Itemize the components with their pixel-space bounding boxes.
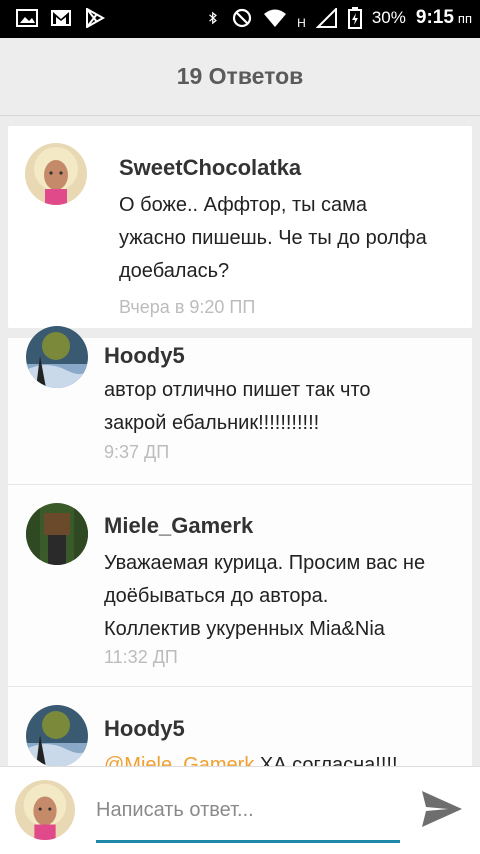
- do-not-disturb-icon: [233, 8, 252, 28]
- gmail-icon: [51, 10, 71, 26]
- reply-composer: Написать ответ...: [0, 766, 480, 854]
- comment-card-highlighted[interactable]: SweetChocolatka О боже.. Аффтор, ты сама…: [8, 126, 472, 328]
- battery-charging-icon: [347, 7, 362, 29]
- list-item[interactable]: Hoody5 автор отлично пишет так что закро…: [8, 326, 472, 486]
- comment-author[interactable]: Miele_Gamerk: [104, 513, 253, 539]
- comment-text-line: Уважаемая курица. Просим вас не: [104, 552, 426, 574]
- avatar[interactable]: [26, 326, 88, 388]
- header: 19 Ответов: [0, 38, 480, 116]
- avatar: [15, 780, 75, 840]
- comment-list[interactable]: SweetChocolatka О боже.. Аффтор, ты сама…: [0, 116, 480, 766]
- network-type-label: H: [297, 16, 306, 30]
- comment-card: Hoody5 автор отлично пишет так что закро…: [8, 326, 472, 766]
- avatar[interactable]: [26, 503, 88, 565]
- comment-text-line: доёбываться до автора.: [104, 585, 329, 607]
- list-item[interactable]: Miele_Gamerk Уважаемая курица. Просим ва…: [8, 485, 472, 687]
- list-item[interactable]: Hoody5 @Miele_Gamerk ХА согласна!!!!: [8, 687, 472, 766]
- comment-text-line: закрой ебальник!!!!!!!!!!!: [104, 412, 320, 434]
- comment-text-line: @Miele_Gamerk ХА согласна!!!!: [104, 749, 398, 766]
- avatar[interactable]: [25, 143, 87, 205]
- comment-text-line: ужасно пишешь. Че ты до ролфа: [119, 227, 427, 249]
- comment-author[interactable]: Hoody5: [104, 343, 185, 369]
- comment-text-line: автор отлично пишет так что: [104, 379, 371, 401]
- comment-timestamp: 11:32 ДП: [104, 647, 178, 667]
- send-icon[interactable]: [420, 789, 464, 829]
- status-bar: H 30% 9:15 пп: [0, 0, 480, 38]
- signal-icon: [315, 8, 337, 28]
- clock-suffix: пп: [457, 10, 472, 26]
- clock: 9:15: [415, 7, 454, 28]
- mention-link[interactable]: @Miele_Gamerk: [104, 754, 254, 766]
- comment-text-line: Коллектив укуренных Mia&Nia: [104, 618, 385, 640]
- comment-author[interactable]: SweetChocolatka: [119, 155, 301, 181]
- comment-text: ХА согласна!!!!: [254, 754, 398, 766]
- comment-author[interactable]: Hoody5: [104, 716, 185, 742]
- wifi-icon: [264, 9, 287, 27]
- bluetooth-icon: [209, 11, 218, 25]
- comment-text-line: доебалась?: [119, 260, 230, 282]
- gallery-icon: [16, 9, 38, 27]
- reply-input[interactable]: Написать ответ...: [96, 795, 400, 843]
- play-store-icon: [86, 8, 106, 28]
- comment-timestamp: 9:37 ДП: [104, 442, 170, 462]
- battery-percent: 30%: [371, 8, 406, 27]
- avatar[interactable]: [26, 705, 88, 766]
- page-title: 19 Ответов: [176, 63, 304, 89]
- comment-text-line: О боже.. Аффтор, ты сама: [119, 194, 368, 216]
- comment-timestamp: Вчера в 9:20 ПП: [119, 297, 256, 317]
